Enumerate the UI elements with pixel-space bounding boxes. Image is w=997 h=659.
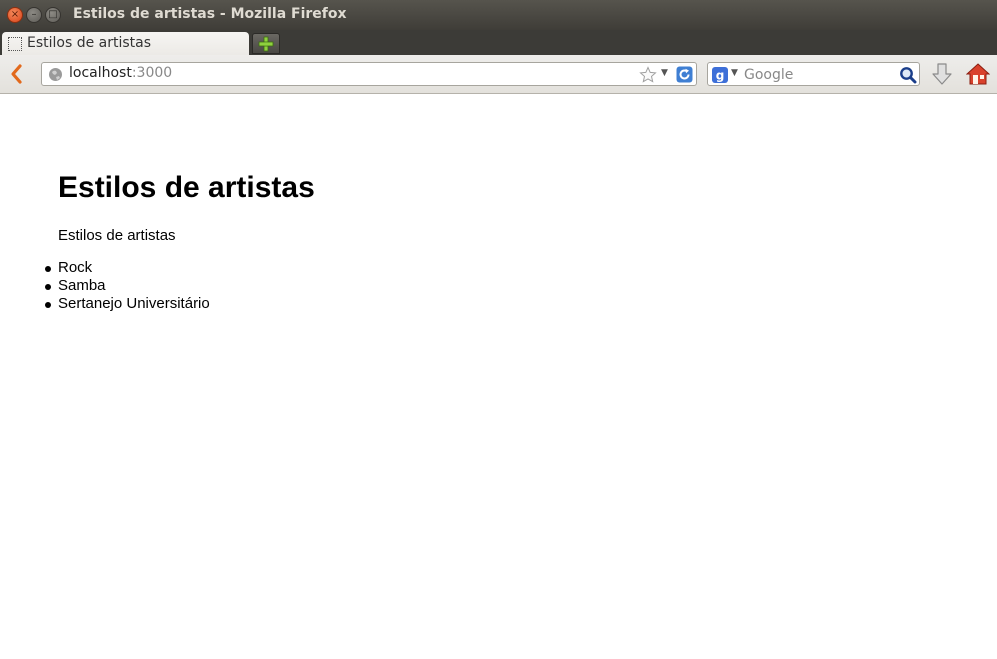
search-input[interactable] bbox=[744, 65, 894, 84]
page-content: Estilos de artistas Estilos de artistas … bbox=[0, 95, 997, 659]
url-host: localhost bbox=[69, 65, 132, 81]
chevron-down-icon[interactable]: ▼ bbox=[661, 68, 668, 78]
tab-strip: Estilos de artistas bbox=[0, 30, 997, 55]
maximize-icon[interactable]: □ bbox=[45, 7, 61, 23]
google-icon[interactable]: g bbox=[712, 67, 728, 83]
close-icon[interactable]: × bbox=[7, 7, 23, 23]
window-title: Estilos de artistas - Mozilla Firefox bbox=[73, 6, 347, 22]
url-text[interactable]: localhost:3000 bbox=[69, 65, 172, 81]
url-bar[interactable]: localhost:3000 ▼ bbox=[41, 62, 697, 86]
downloads-button[interactable] bbox=[931, 62, 953, 86]
list-item: Samba bbox=[45, 277, 210, 295]
plus-icon bbox=[258, 36, 274, 51]
page-icon bbox=[8, 37, 22, 51]
search-bar[interactable]: g ▼ bbox=[707, 62, 920, 86]
download-arrow-icon bbox=[932, 63, 952, 85]
reload-icon[interactable] bbox=[676, 66, 693, 83]
minimize-icon[interactable]: – bbox=[26, 7, 42, 23]
search-icon[interactable] bbox=[899, 66, 917, 84]
list-item: Sertanejo Universitário bbox=[45, 295, 210, 312]
tab-label: Estilos de artistas bbox=[27, 35, 152, 51]
new-tab-button[interactable] bbox=[252, 33, 280, 54]
home-icon bbox=[965, 63, 991, 85]
navigation-toolbar: localhost:3000 ▼ g ▼ bbox=[0, 55, 997, 94]
url-port: :3000 bbox=[131, 65, 173, 81]
page-description: Estilos de artistas bbox=[58, 227, 176, 244]
search-engine-dropdown-icon[interactable]: ▼ bbox=[731, 68, 738, 78]
star-icon[interactable] bbox=[639, 66, 657, 84]
styles-list: Rock Samba Sertanejo Universitário bbox=[45, 259, 210, 313]
page-title: Estilos de artistas bbox=[58, 171, 315, 204]
tab-estilos-de-artistas[interactable]: Estilos de artistas bbox=[2, 32, 249, 55]
list-item: Rock bbox=[45, 259, 210, 277]
back-arrow-icon bbox=[11, 64, 22, 84]
window-titlebar: × – □ Estilos de artistas - Mozilla Fire… bbox=[0, 0, 997, 30]
back-button[interactable] bbox=[6, 63, 28, 85]
home-button[interactable] bbox=[965, 62, 991, 86]
globe-icon bbox=[49, 68, 62, 81]
svg-text:g: g bbox=[716, 69, 725, 83]
